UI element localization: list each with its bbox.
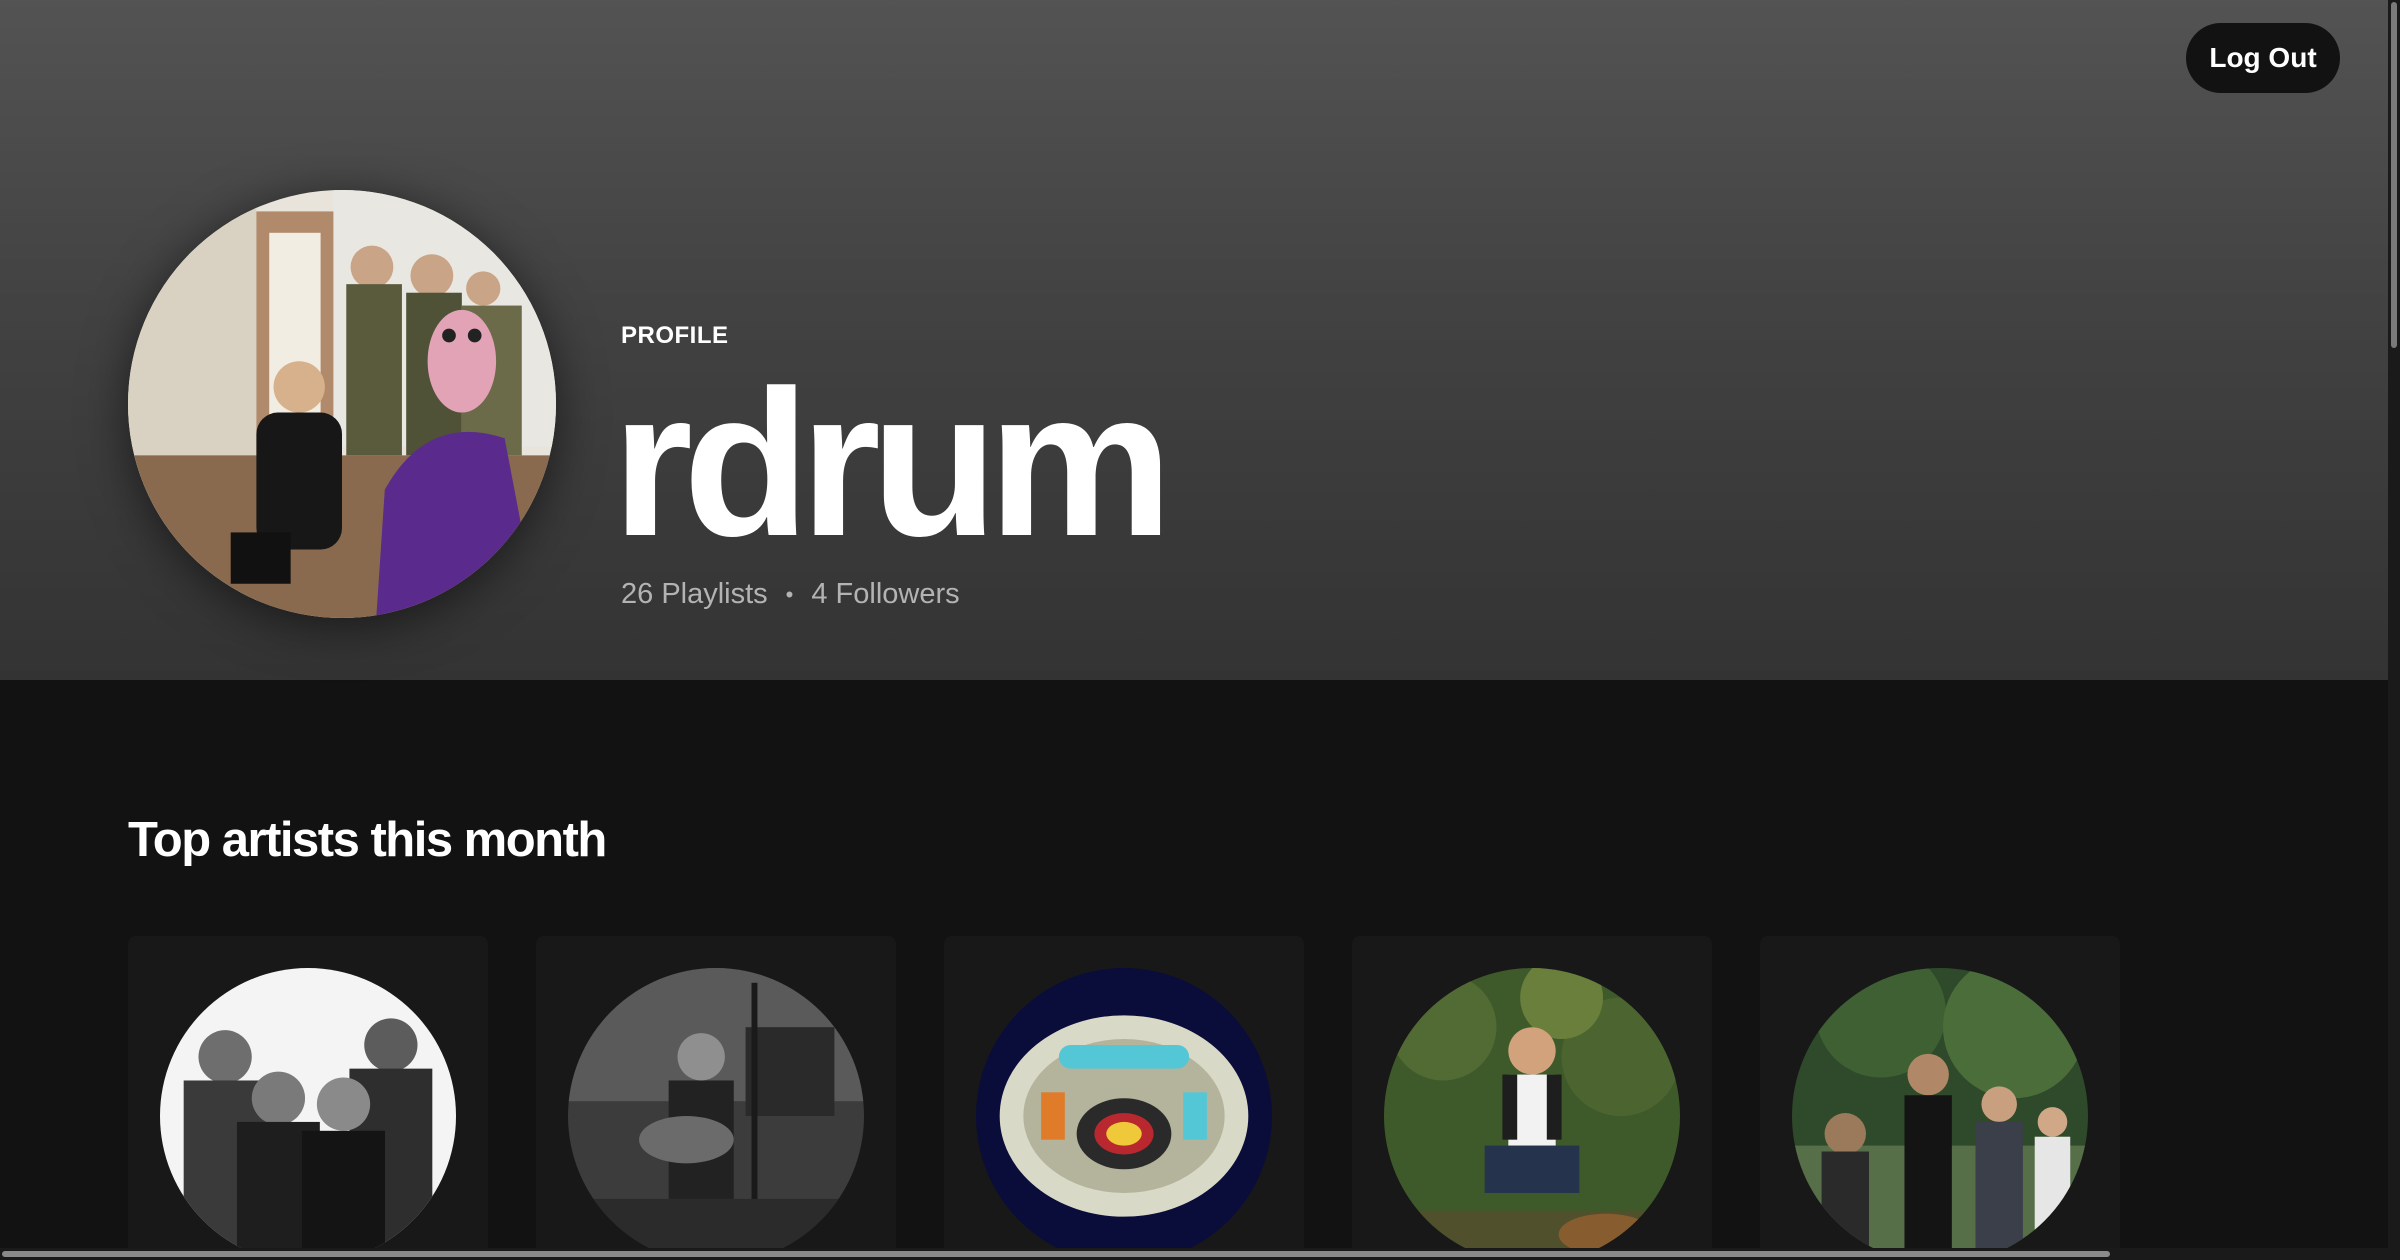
profile-stats: 26 Playlists • 4 Followers	[621, 578, 960, 611]
artist-card[interactable]	[944, 936, 1304, 1260]
artist-image	[568, 968, 864, 1260]
followers-count-link[interactable]: 4 Followers	[811, 578, 959, 611]
vertical-scrollbar[interactable]	[2388, 0, 2400, 1260]
artist-card[interactable]	[536, 936, 896, 1260]
artist-image	[160, 968, 456, 1260]
top-artists-row	[128, 936, 2120, 1260]
top-artists-heading[interactable]: Top artists this month	[128, 812, 607, 868]
artist-image	[976, 968, 1272, 1260]
artist-image	[1792, 968, 2088, 1260]
artist-image	[1384, 968, 1680, 1260]
horizontal-scrollbar-thumb[interactable]	[2, 1251, 2110, 1257]
profile-type-label: PROFILE	[621, 322, 729, 349]
artist-card[interactable]	[1760, 936, 2120, 1260]
artist-card[interactable]	[1352, 936, 1712, 1260]
playlists-count-link[interactable]: 26 Playlists	[621, 578, 768, 611]
vertical-scrollbar-thumb[interactable]	[2391, 2, 2397, 348]
horizontal-scrollbar[interactable]	[0, 1248, 2388, 1260]
log-out-button[interactable]: Log Out	[2186, 23, 2340, 93]
artist-card[interactable]	[128, 936, 488, 1260]
profile-avatar[interactable]	[128, 190, 556, 618]
stats-separator: •	[785, 581, 794, 607]
profile-username: rdrum	[612, 348, 1173, 580]
profile-header: Log Out PROFILE rdrum 26 Playlists • 4 F…	[0, 0, 2388, 680]
